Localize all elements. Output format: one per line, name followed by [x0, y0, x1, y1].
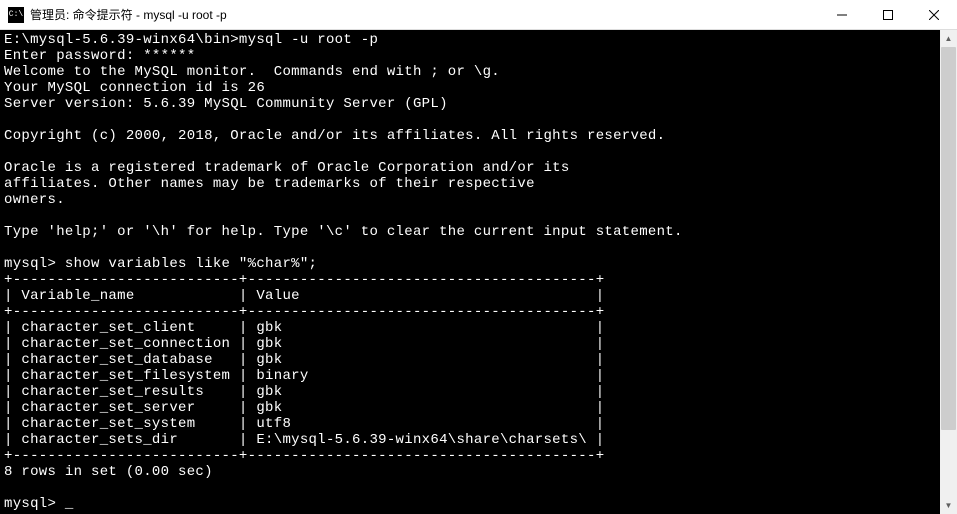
maximize-button[interactable] [865, 0, 911, 30]
close-icon [929, 10, 939, 20]
command-prompt-window: C:\ 管理员: 命令提示符 - mysql -u root -p E:\mys… [0, 0, 957, 500]
maximize-icon [883, 10, 893, 20]
scrollbar-up-arrow[interactable]: ▲ [940, 30, 957, 47]
terminal-content[interactable]: E:\mysql-5.6.39-winx64\bin>mysql -u root… [0, 30, 940, 514]
minimize-button[interactable] [819, 0, 865, 30]
close-button[interactable] [911, 0, 957, 30]
minimize-icon [837, 10, 847, 20]
window-title: 管理员: 命令提示符 - mysql -u root -p [30, 6, 819, 23]
app-icon: C:\ [8, 7, 24, 23]
scrollbar-thumb[interactable] [941, 47, 956, 430]
titlebar[interactable]: C:\ 管理员: 命令提示符 - mysql -u root -p [0, 0, 957, 30]
window-controls [819, 0, 957, 30]
scrollbar-track[interactable] [940, 47, 957, 497]
terminal-area: E:\mysql-5.6.39-winx64\bin>mysql -u root… [0, 30, 957, 514]
scrollbar[interactable]: ▲ ▼ [940, 30, 957, 514]
